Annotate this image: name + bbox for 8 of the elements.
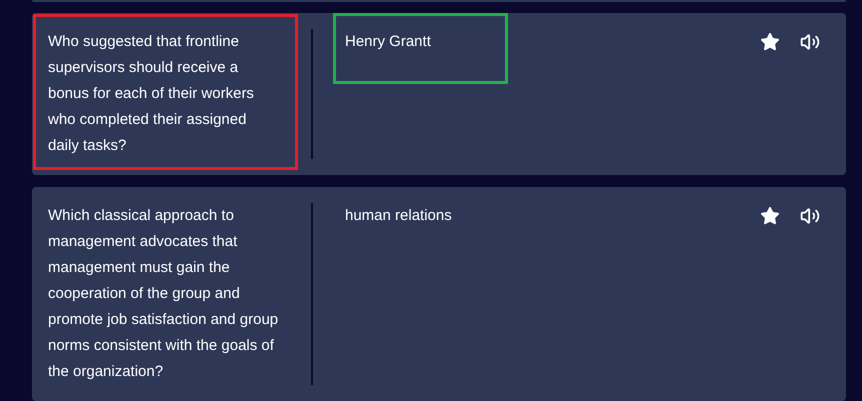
star-icon[interactable] (760, 206, 780, 226)
speaker-icon[interactable] (800, 32, 820, 52)
term-text: Which classical approach to management advocates that management must gain the cooperation of the group and promote job satisfaction and group norms consistent with the goals of the organization? (48, 206, 280, 382)
speaker-icon[interactable] (800, 206, 820, 226)
term-text: Who suggested that frontline supervisors should receive a bonus for each of their workers who completed their assigned daily tasks? (48, 32, 255, 156)
star-icon[interactable] (760, 32, 780, 52)
definition-text: Henry Grantt (345, 33, 431, 50)
definition-text: human relations (345, 207, 452, 224)
